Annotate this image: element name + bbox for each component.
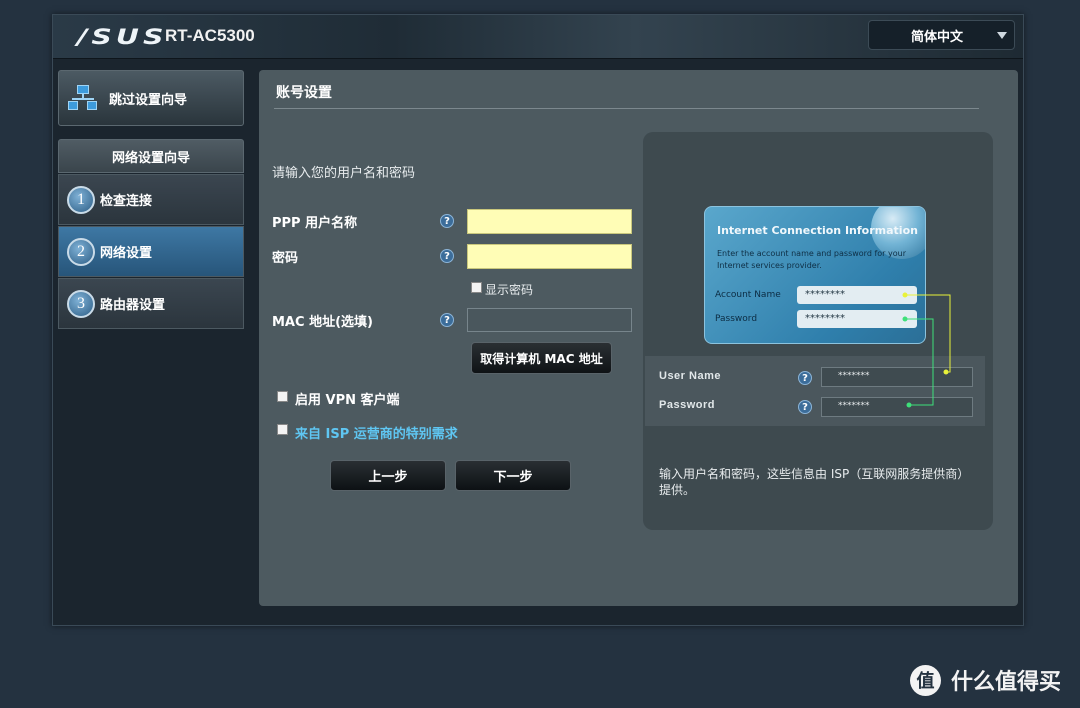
skip-wizard-button[interactable]: 跳过设置向导 (58, 70, 244, 126)
mac-input[interactable] (467, 308, 632, 332)
help-icon[interactable]: ? (440, 249, 454, 263)
info-description: 输入用户名和密码，这些信息由 ISP（互联网服务提供商）提供。 (659, 467, 970, 497)
get-mac-button[interactable]: 取得计算机 MAC 地址 (471, 342, 612, 374)
yellow-connector (905, 294, 951, 373)
password-label: 密码 (272, 251, 299, 266)
step-label: 路由器设置 (100, 298, 166, 313)
router-window: /SUS RT-AC5300 简体中文 跳过设置向导 网络设置向导 1 检查连接… (52, 14, 1024, 626)
vpn-label: 启用 VPN 客户端 (295, 393, 400, 408)
mac-label: MAC 地址(选填) (272, 315, 373, 330)
top-bar: /SUS RT-AC5300 简体中文 (53, 15, 1023, 59)
language-label: 简体中文 (911, 29, 964, 45)
asus-logo: /SUS (77, 25, 168, 49)
step-number-icon: 3 (67, 289, 95, 318)
show-password-label: 显示密码 (485, 283, 534, 297)
green-dot (902, 316, 908, 322)
skip-wizard-label: 跳过设置向导 (109, 92, 188, 108)
step-number-icon: 1 (67, 185, 95, 214)
form-prompt: 请输入您的用户名和密码 (272, 166, 416, 181)
connector-lines (902, 292, 951, 408)
page-title: 账号设置 (276, 85, 332, 101)
divider (274, 108, 979, 109)
username-label: PPP 用户名称 (272, 216, 358, 231)
green-connector (905, 318, 934, 406)
password-input[interactable] (467, 244, 632, 269)
isp-checkbox[interactable] (277, 424, 288, 435)
wizard-title: 网络设置向导 (58, 139, 244, 173)
step-check-connection[interactable]: 1 检查连接 (58, 174, 244, 225)
language-select[interactable]: 简体中文 (868, 20, 1015, 50)
watermark-text: 什么值得买 (951, 670, 1062, 695)
help-icon[interactable]: ? (440, 313, 454, 327)
step-network-settings[interactable]: 2 网络设置 (58, 226, 244, 277)
yellow-dot (943, 369, 949, 375)
watermark: 值 什么值得买 (910, 664, 1061, 696)
yellow-dot (902, 292, 908, 298)
step-number-icon: 2 (67, 237, 95, 266)
network-icon (68, 85, 98, 111)
green-dot (906, 402, 912, 408)
chevron-down-icon (997, 31, 1007, 39)
step-router-settings[interactable]: 3 路由器设置 (58, 278, 244, 329)
account-settings-panel: 账号设置 请输入您的用户名和密码 PPP 用户名称 ? 密码 ? 显示密码 MA… (259, 70, 1018, 606)
step-label: 网络设置 (100, 246, 153, 261)
next-button[interactable]: 下一步 (455, 460, 571, 491)
help-icon[interactable]: ? (440, 214, 454, 228)
username-input[interactable] (467, 209, 632, 234)
show-password-checkbox[interactable] (471, 282, 482, 293)
vpn-checkbox[interactable] (277, 391, 288, 402)
step-label: 检查连接 (100, 194, 153, 209)
info-panel: Internet Connection Information Enter th… (643, 132, 993, 530)
back-button[interactable]: 上一步 (330, 460, 446, 491)
watermark-icon: 值 (910, 664, 941, 696)
isp-special-link[interactable]: 来自 ISP 运营商的特别需求 (295, 423, 458, 442)
model-name: RT-AC5300 (165, 26, 255, 45)
